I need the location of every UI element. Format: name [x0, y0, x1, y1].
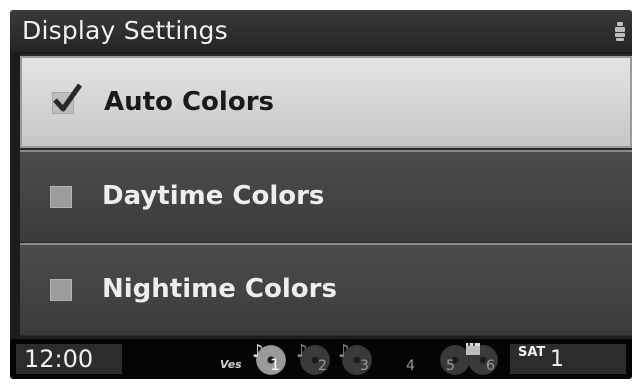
daytime-colors-checkbox[interactable]	[50, 186, 72, 208]
music-note-icon: ♪	[296, 341, 308, 362]
menu-item-nightime-colors[interactable]: Nightime Colors	[20, 243, 632, 335]
seat-icon	[615, 22, 625, 41]
display-settings-menu: Auto Colors Daytime Colors Nightime Colo…	[20, 54, 632, 336]
preset-number: 6	[486, 358, 495, 374]
preset-number: 3	[360, 358, 369, 374]
menu-item-label: Auto Colors	[104, 87, 274, 117]
checkmark-icon	[53, 83, 83, 112]
sat-label: SAT	[518, 345, 546, 360]
preset-strip: Ves ♪ 1 ♪ 2 ♪ 3 4 5 6	[220, 341, 510, 377]
sat-channel: 1	[550, 347, 564, 372]
menu-item-label: Daytime Colors	[102, 181, 325, 211]
preset-number: 5	[446, 358, 455, 374]
music-note-icon: ♪	[338, 341, 350, 362]
status-bar: 12:00 Ves ♪ 1 ♪ 2 ♪ 3 4 5 6 SAT 1	[10, 339, 632, 379]
menu-item-daytime-colors[interactable]: Daytime Colors	[20, 150, 632, 242]
preset-number: 4	[406, 358, 415, 374]
video-clapper-icon	[466, 343, 480, 355]
clock[interactable]: 12:00	[16, 344, 122, 374]
page-title: Display Settings	[22, 16, 228, 45]
preset-6[interactable]: 6	[466, 343, 508, 377]
auto-colors-checkbox[interactable]	[52, 83, 83, 114]
nightime-colors-checkbox[interactable]	[50, 279, 72, 301]
preset-2[interactable]: ♪ 2	[296, 341, 340, 377]
display-screen: Display Settings Auto Colors Daytime Col…	[10, 10, 632, 379]
music-note-icon: ♪	[252, 341, 264, 362]
title-bar: Display Settings	[10, 10, 632, 52]
preset-number: 2	[318, 358, 327, 374]
sat-tuner[interactable]: SAT 1	[510, 344, 626, 374]
preset-4[interactable]: 4	[398, 343, 422, 377]
preset-3[interactable]: ♪ 3	[338, 341, 382, 377]
menu-item-label: Nightime Colors	[102, 274, 337, 304]
menu-item-auto-colors[interactable]: Auto Colors	[20, 56, 632, 148]
ves-label: Ves	[220, 358, 242, 371]
preset-1[interactable]: ♪ 1	[252, 341, 296, 377]
preset-number: 1	[270, 355, 281, 374]
